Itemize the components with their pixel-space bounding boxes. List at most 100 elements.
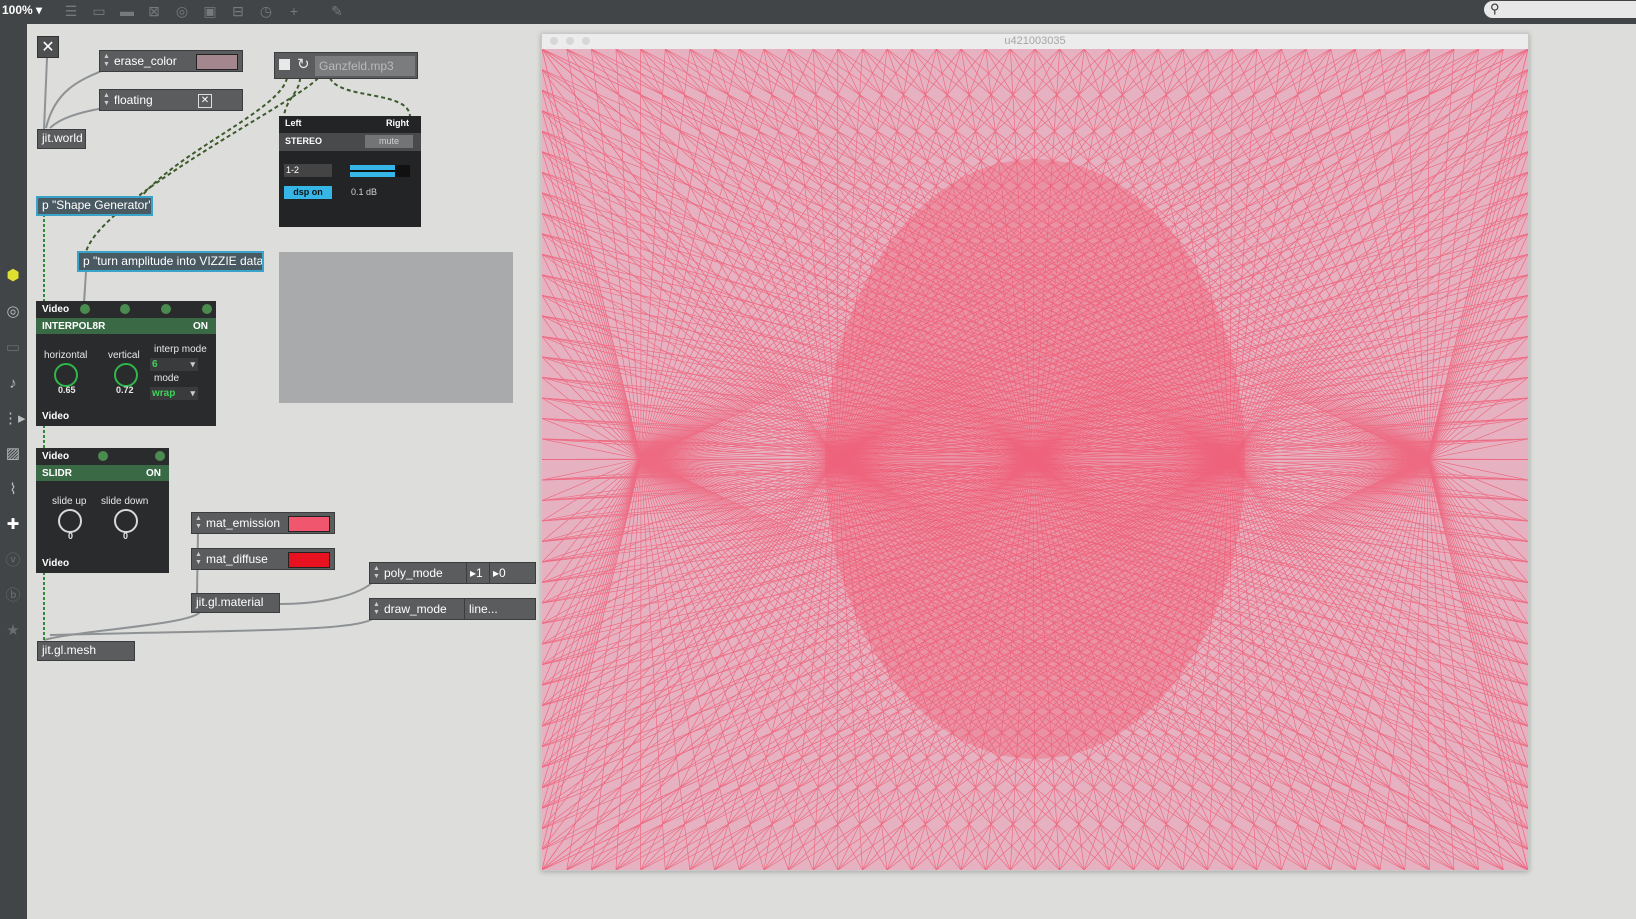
video-window: u421003035: [541, 33, 1529, 871]
inlet[interactable]: [155, 451, 165, 461]
ray: [1426, 458, 1529, 686]
inlet[interactable]: [120, 304, 130, 314]
ray: [1426, 458, 1529, 460]
mat-diffuse-swatch[interactable]: [288, 552, 330, 568]
stop-icon[interactable]: [279, 59, 290, 70]
arrows-icon: ▲ ▼: [103, 53, 110, 68]
draw-mode-attr[interactable]: ▲ ▼ draw_mode line...: [369, 598, 536, 620]
interp-mode-label: interp mode: [154, 344, 207, 355]
playlist-file[interactable]: Ganzfeld.mp3: [315, 56, 415, 76]
right-label: Right: [386, 118, 409, 128]
audio-output: Left Right STEREO mute 1-2 dsp on 0.1 dB: [279, 116, 421, 227]
inlet[interactable]: [202, 304, 212, 314]
mode-menu[interactable]: wrap: [150, 387, 198, 400]
ray: [541, 458, 642, 481]
video-window-titlebar[interactable]: u421003035: [542, 34, 1528, 49]
interpolator-header: Video: [36, 301, 216, 317]
jit-gl-mesh-object[interactable]: jit.gl.mesh: [37, 641, 135, 661]
ray: [541, 130, 838, 460]
level-meter[interactable]: [350, 165, 410, 177]
jit-gl-material-object[interactable]: jit.gl.material: [191, 593, 280, 613]
meter-bar: [350, 165, 395, 170]
vertical-knob[interactable]: [114, 363, 138, 387]
ray: [1426, 458, 1529, 789]
mat-emission-attr[interactable]: ▲ ▼ mat_emission: [191, 512, 335, 534]
slider-title: SLIDR: [42, 468, 72, 479]
interpolator-on-toggle[interactable]: ON: [193, 321, 208, 332]
inlet[interactable]: [98, 451, 108, 461]
jit-gl-material-label: jit.gl.material: [196, 595, 264, 609]
interp-mode-menu[interactable]: 6: [150, 358, 198, 371]
signal-cord: [283, 77, 301, 118]
mat-diffuse-attr[interactable]: ▲ ▼ mat_diffuse: [191, 548, 335, 570]
ray: [1426, 151, 1529, 460]
slider-on-toggle[interactable]: ON: [146, 468, 161, 479]
interpolator-title: INTERPOL8R: [42, 321, 106, 332]
cord: [83, 271, 87, 304]
jit-gl-mesh-label: jit.gl.mesh: [42, 643, 97, 657]
ray: [1426, 458, 1529, 481]
video-out-label: Video: [42, 411, 70, 422]
ray: [1229, 458, 1529, 686]
dsp-toggle[interactable]: dsp on: [284, 186, 332, 199]
floating-attr[interactable]: ▲ ▼ floating ✕: [99, 89, 243, 111]
loop-icon[interactable]: ↻: [297, 55, 310, 73]
slide-up-label: slide up: [52, 496, 87, 507]
video-in-label: Video: [42, 451, 70, 462]
window-zoom-icon[interactable]: [582, 37, 590, 45]
render-canvas: [541, 48, 1529, 871]
erase-color-swatch[interactable]: [196, 54, 238, 70]
arrows-icon: ▲ ▼: [103, 92, 110, 107]
slider-title-bar: SLIDR ON: [36, 465, 169, 481]
ray: [640, 458, 765, 871]
poly-mode-value-1: 1: [476, 566, 483, 580]
floating-label: floating: [114, 93, 153, 107]
channel-menu[interactable]: 1-2: [284, 164, 332, 177]
ray: [1426, 458, 1529, 768]
mute-button[interactable]: mute: [365, 135, 413, 148]
ray: [566, 48, 838, 460]
mat-emission-swatch[interactable]: [288, 516, 330, 532]
search-icon: ⚲: [1490, 1, 1500, 16]
arrows-icon: ▲ ▼: [195, 515, 202, 530]
inlet[interactable]: [80, 304, 90, 314]
poly-mode-value-2: 0: [499, 566, 506, 580]
slider-module: Video SLIDR ON slide up 0 slide down 0 V…: [36, 448, 169, 573]
close-button[interactable]: ✕: [37, 36, 59, 58]
draw-mode-menu[interactable]: line...: [464, 599, 510, 619]
search-field[interactable]: ⚲: [1484, 1, 1636, 18]
amplitude-label: p "turn amplitude into VIZZIE data": [83, 254, 264, 268]
slider-header: Video: [36, 448, 169, 464]
left-label: Left: [285, 118, 302, 128]
slide-up-knob[interactable]: [58, 509, 82, 533]
amplitude-subpatch[interactable]: p "turn amplitude into VIZZIE data": [77, 251, 264, 272]
draw-mode-value: line...: [469, 602, 498, 616]
jit-world-object[interactable]: jit.world: [37, 129, 86, 149]
inlet[interactable]: [161, 304, 171, 314]
mode-label: mode: [154, 373, 180, 384]
window-minimize-icon[interactable]: [566, 37, 574, 45]
shape-generator-label: p "Shape Generator": [42, 198, 153, 212]
erase-color-attr[interactable]: ▲ ▼ erase_color: [99, 50, 243, 72]
floating-toggle[interactable]: ✕: [198, 94, 212, 108]
video-window-title: u421003035: [1004, 35, 1066, 47]
meter-bar: [350, 172, 395, 177]
mat-emission-label: mat_emission: [206, 516, 281, 530]
render-view: [541, 48, 1529, 871]
slide-down-value: 0: [123, 531, 129, 541]
poly-mode-number-1[interactable]: ▸1: [466, 563, 488, 583]
preview-panel: [279, 252, 513, 403]
window-close-icon[interactable]: [550, 37, 558, 45]
horizontal-label: horizontal: [44, 350, 88, 361]
poly-mode-attr[interactable]: ▲ ▼ poly_mode ▸1 ▸0: [369, 562, 536, 584]
ray: [541, 458, 642, 686]
ray: [1426, 458, 1529, 645]
horizontal-knob[interactable]: [54, 363, 78, 387]
ray: [541, 458, 1428, 460]
poly-mode-number-2[interactable]: ▸0: [489, 563, 511, 583]
mat-diffuse-label: mat_diffuse: [206, 552, 268, 566]
playlist-object[interactable]: ↻ Ganzfeld.mp3: [274, 52, 418, 79]
shape-generator-subpatch[interactable]: p "Shape Generator": [36, 196, 153, 216]
cord: [279, 579, 376, 605]
slide-down-knob[interactable]: [114, 509, 138, 533]
